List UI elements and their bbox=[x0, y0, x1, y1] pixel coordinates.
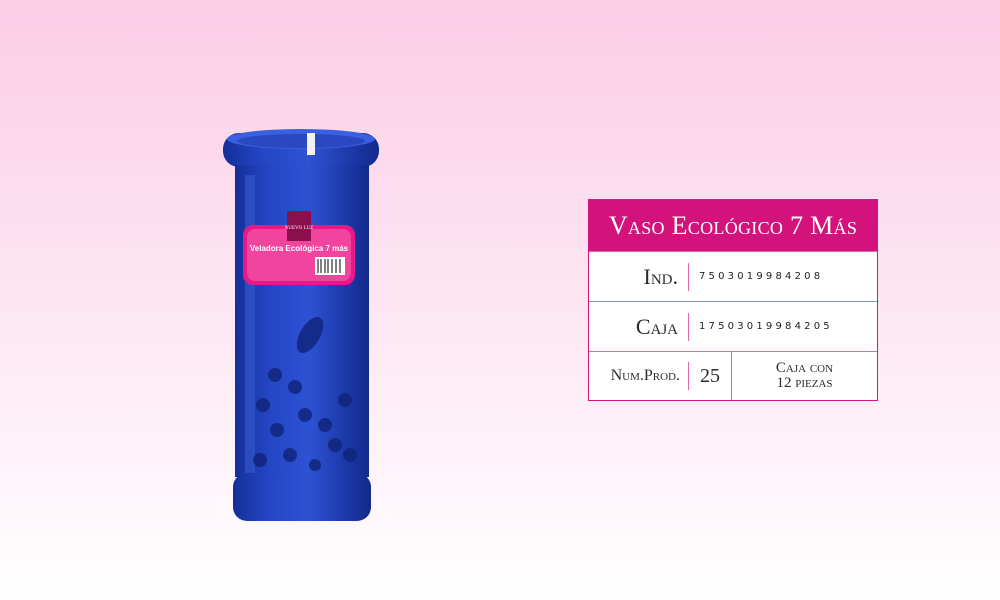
product-title: Vaso Ecológico 7 Más bbox=[589, 200, 877, 251]
product-info-card: Vaso Ecológico 7 Más Ind. 7503019984208 … bbox=[588, 199, 878, 401]
pack-line-2: 12 piezas bbox=[776, 375, 833, 391]
logo-text: NUEVO LUZ bbox=[285, 226, 313, 231]
caja-row: Caja 17503019984205 bbox=[589, 301, 877, 351]
pack-line-1: Caja con bbox=[775, 360, 834, 376]
num-prod-value: 25 bbox=[700, 364, 720, 387]
num-prod-label: Num.Prod. bbox=[610, 367, 680, 384]
pack-info: Caja con 12 piezas bbox=[732, 361, 877, 391]
num-prod-row: Num.Prod. 25 Caja con 12 piezas bbox=[589, 351, 877, 400]
ind-barcode-value: 7503019984208 bbox=[699, 271, 824, 282]
label-title: Veladora Ecológica 7 más bbox=[250, 244, 349, 253]
candle-glass-image: NUEVO LUZ Veladora Ecológica 7 más bbox=[223, 129, 379, 521]
caja-barcode-value: 17503019984205 bbox=[699, 321, 833, 332]
caja-label: Caja bbox=[635, 313, 678, 339]
ind-label: Ind. bbox=[643, 263, 679, 289]
ind-row: Ind. 7503019984208 bbox=[589, 251, 877, 301]
